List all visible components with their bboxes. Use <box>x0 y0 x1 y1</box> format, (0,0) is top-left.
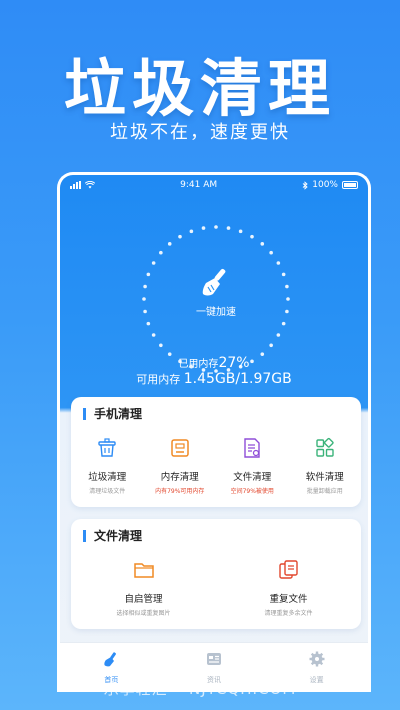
broom-icon <box>104 652 117 667</box>
memory-clean-label: 内存清理 <box>160 472 199 483</box>
bluetooth-icon <box>302 180 308 190</box>
duplicate-files-desc: 清理重复多余文件 <box>264 610 313 617</box>
junk-clean-label: 垃圾清理 <box>88 472 127 483</box>
memory-detail: 可用内存 1.45GB/1.97GB <box>60 371 368 387</box>
boost-button[interactable]: 一键加速 <box>136 265 296 318</box>
battery-percent: 100% <box>312 180 338 190</box>
status-bar: 9:41 AM 100% <box>60 175 368 195</box>
ring-dot <box>178 234 182 239</box>
watermark: 乐享轻汇 • NJYCQH.COM <box>103 680 297 698</box>
startup-manage-desc: 选择相似或重复图片 <box>116 610 171 617</box>
battery-icon <box>341 181 358 189</box>
memory-usage-percent: 27% <box>218 355 250 371</box>
startup-manage-label: 自启管理 <box>124 594 163 605</box>
phone-frame: 9:41 AM 100% 一键加速 已用内存27% 可用内存 1.45GB/1.… <box>57 172 371 692</box>
memory-usage: 已用内存27% <box>60 355 368 371</box>
file-clean-label: 文件清理 <box>233 472 272 483</box>
ring-dot <box>226 226 231 230</box>
ring-dot <box>281 321 286 326</box>
phone-clean-grid: 垃圾清理 清理垃圾文件 内存清理 内有79%可用内存 文件清理 空间79%被使用… <box>71 437 361 495</box>
duplicate-files-item[interactable]: 重复文件 清理重复多余文件 <box>216 559 361 617</box>
app-clean-label: 软件清理 <box>305 472 344 483</box>
ring-dot <box>269 343 273 348</box>
file-doc-icon <box>244 438 260 458</box>
ring-dot <box>214 225 218 229</box>
ring-dot <box>238 229 243 234</box>
junk-clean-item[interactable]: 垃圾清理 清理垃圾文件 <box>71 437 144 495</box>
ring-dot <box>189 229 194 234</box>
ring-dot <box>146 321 151 326</box>
status-right: 100% <box>302 180 358 190</box>
status-time: 9:41 AM <box>180 180 218 190</box>
startup-manage-item[interactable]: 自启管理 选择相似或重复图片 <box>71 559 216 617</box>
hero-subtitle: 垃圾不在，速度更快 <box>110 122 290 143</box>
memory-available-value: 1.45GB/1.97GB <box>183 371 292 387</box>
ring-dot <box>159 343 163 348</box>
ring-dot <box>250 234 254 239</box>
ring-dot <box>167 242 172 246</box>
file-clean-item[interactable]: 文件清理 空间79%被使用 <box>216 437 289 495</box>
ring-dot <box>201 226 206 230</box>
duplicate-files-icon <box>278 560 298 579</box>
ring-dot <box>276 333 281 337</box>
news-icon <box>207 653 221 665</box>
ring-dot <box>260 242 265 246</box>
junk-clean-desc: 清理垃圾文件 <box>89 488 126 495</box>
wifi-icon <box>85 181 95 189</box>
trash-basket-icon <box>98 438 116 457</box>
folder-icon <box>133 563 154 578</box>
memory-available-label: 可用内存 <box>136 373 181 386</box>
file-clean-title: 文件清理 <box>83 530 142 542</box>
hero-title: 垃圾清理 <box>63 52 336 125</box>
ring-dot <box>269 250 273 255</box>
file-clean-grid: 自启管理 选择相似或重复图片 重复文件 清理重复多余文件 <box>71 559 361 617</box>
ring-dot <box>159 250 163 255</box>
ring-dot <box>151 333 156 337</box>
memory-chip-icon <box>171 439 189 457</box>
signal-icon <box>70 181 81 189</box>
memory-clean-desc: 内有79%可用内存 <box>155 488 205 495</box>
apps-grid-icon <box>316 437 334 457</box>
memory-clean-item[interactable]: 内存清理 内有79%可用内存 <box>144 437 217 495</box>
app-clean-item[interactable]: 软件清理 批量卸载应用 <box>289 437 362 495</box>
app-clean-desc: 批量卸载应用 <box>306 488 343 495</box>
broom-icon <box>202 268 226 296</box>
phone-clean-card: 手机清理 垃圾清理 清理垃圾文件 内存清理 内有79%可用内存 文件清理 空间7… <box>71 397 361 507</box>
boost-label: 一键加速 <box>196 307 236 318</box>
settings-icon <box>309 651 325 667</box>
phone-clean-title: 手机清理 <box>83 408 142 420</box>
file-clean-card: 文件清理 自启管理 选择相似或重复图片 重复文件 清理重复多余文件 <box>71 519 361 629</box>
memory-usage-label: 已用内存 <box>178 359 219 370</box>
status-left <box>70 181 95 189</box>
file-clean-desc: 空间79%被使用 <box>230 488 274 495</box>
duplicate-files-label: 重复文件 <box>269 594 308 605</box>
